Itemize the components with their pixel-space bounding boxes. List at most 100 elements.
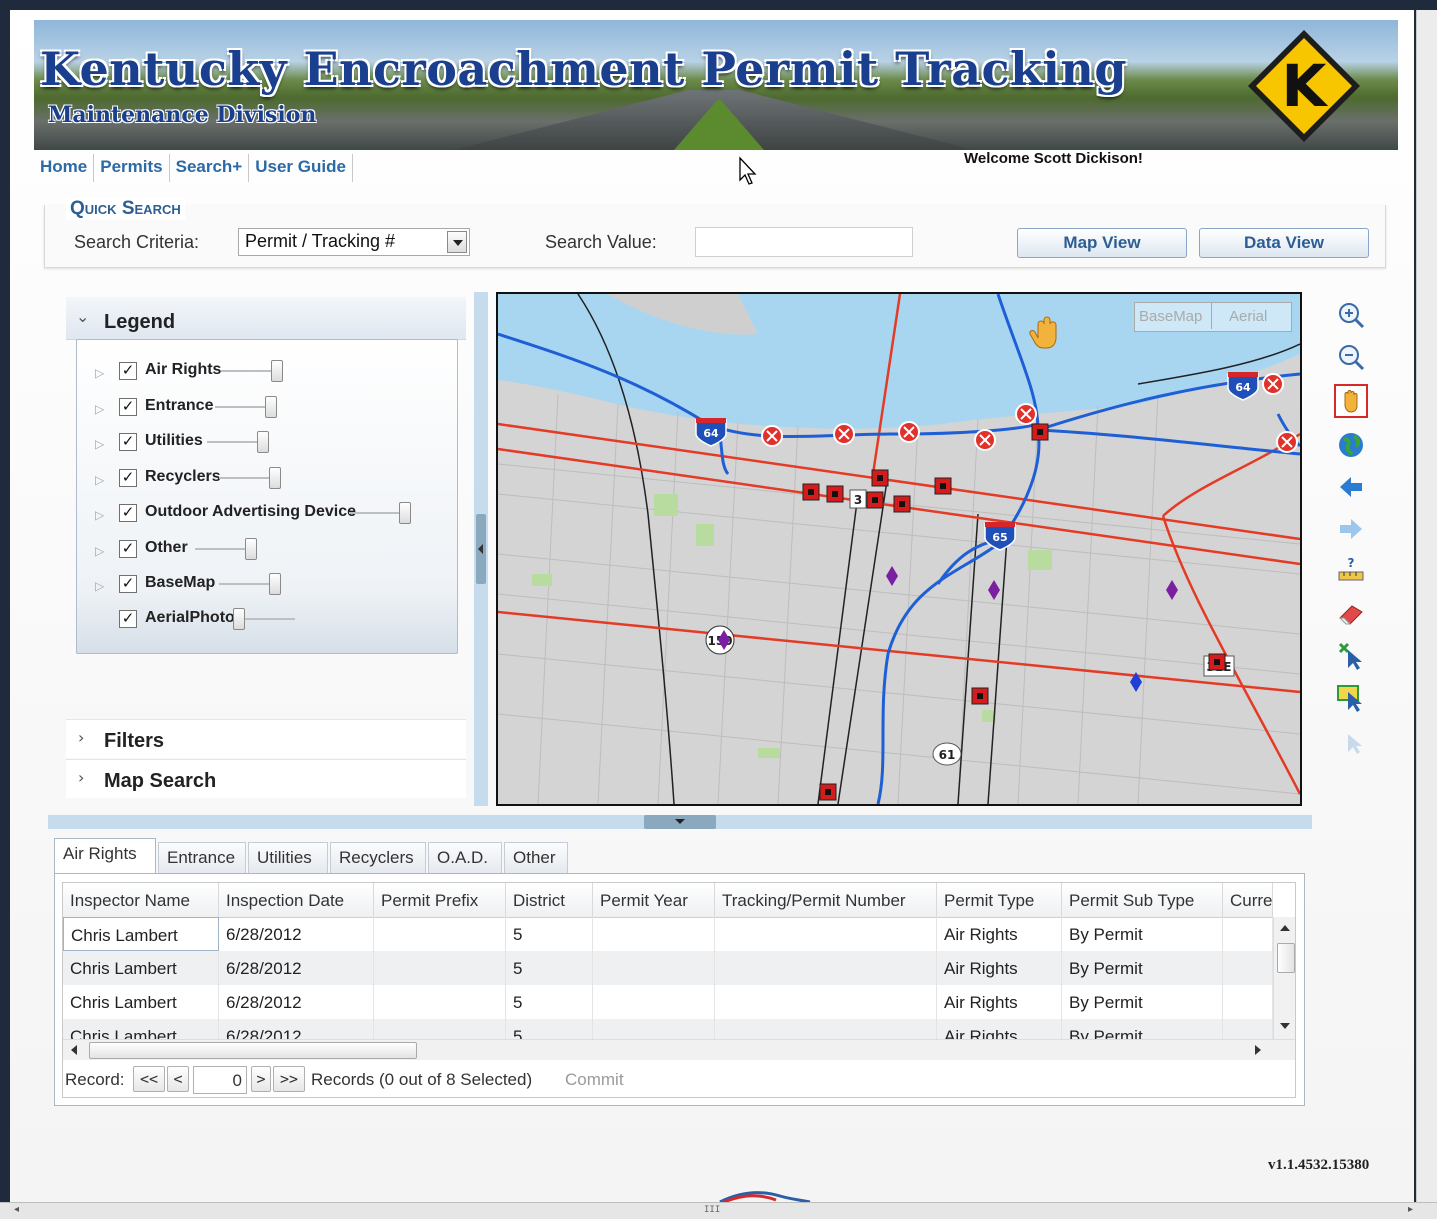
- nav-user-guide[interactable]: User Guide: [249, 154, 353, 182]
- cell-permit-sub-type[interactable]: By Permit: [1062, 917, 1223, 951]
- data-view-button[interactable]: Data View: [1199, 228, 1369, 258]
- first-page-button[interactable]: <<: [133, 1066, 165, 1092]
- zoom-out-icon[interactable]: [1334, 340, 1368, 374]
- search-value-input[interactable]: [695, 227, 913, 257]
- basemap-toggle[interactable]: BaseMap Aerial: [1134, 302, 1292, 332]
- cell-permit-year[interactable]: [593, 985, 715, 1019]
- column-header[interactable]: Permit Type: [937, 883, 1062, 917]
- panel-splitter[interactable]: [474, 292, 488, 806]
- window-horizontal-scrollbar[interactable]: ◂ III ▸: [0, 1202, 1437, 1219]
- tab-other[interactable]: Other: [504, 842, 568, 874]
- opacity-slider[interactable]: [271, 360, 283, 382]
- opacity-slider[interactable]: [257, 431, 269, 453]
- search-criteria-select[interactable]: Permit / Tracking #: [238, 228, 470, 256]
- grid-horizontal-scrollbar[interactable]: [63, 1039, 1295, 1060]
- globe-icon[interactable]: [1334, 428, 1368, 462]
- table-row[interactable]: Chris Lambert 6/28/2012 5 Air Rights By …: [63, 1019, 1273, 1039]
- last-page-button[interactable]: >>: [273, 1066, 305, 1092]
- tab-utilities[interactable]: Utilities: [248, 842, 328, 874]
- cell-inspection-date[interactable]: 6/28/2012: [219, 1019, 374, 1039]
- cell-inspection-date[interactable]: 6/28/2012: [219, 951, 374, 985]
- scroll-right-icon[interactable]: ▸: [1408, 1204, 1413, 1215]
- cell-permit-year[interactable]: [593, 917, 715, 951]
- forward-arrow-icon[interactable]: [1334, 512, 1368, 546]
- tab-entrance[interactable]: Entrance: [158, 842, 246, 874]
- chevron-down-icon[interactable]: [447, 231, 467, 253]
- expand-icon[interactable]: ▷: [95, 579, 104, 593]
- nav-home[interactable]: Home: [34, 154, 95, 182]
- column-header[interactable]: Inspection Date: [219, 883, 374, 917]
- column-header[interactable]: Tracking/Permit Number: [715, 883, 937, 917]
- cell-permit-type[interactable]: Air Rights: [937, 951, 1062, 985]
- map-view-button[interactable]: Map View: [1017, 228, 1187, 258]
- legend-checkbox[interactable]: ✓: [119, 610, 137, 628]
- cell-tracking-number[interactable]: [715, 951, 937, 985]
- basemap-option[interactable]: BaseMap: [1139, 308, 1202, 325]
- nav-permits[interactable]: Permits: [94, 154, 170, 182]
- cell-permit-prefix[interactable]: [374, 1019, 506, 1039]
- opacity-slider[interactable]: [399, 502, 411, 524]
- tab-recyclers[interactable]: Recyclers: [330, 842, 426, 874]
- cell-tracking-number[interactable]: [715, 985, 937, 1019]
- scroll-thumb[interactable]: [1277, 943, 1295, 973]
- cell-district[interactable]: 5: [506, 951, 593, 985]
- map-search-header[interactable]: › Map Search: [66, 759, 466, 798]
- clear-selection-icon[interactable]: [1334, 638, 1368, 672]
- opacity-slider[interactable]: [233, 608, 245, 630]
- cell-permit-sub-type[interactable]: By Permit: [1062, 951, 1223, 985]
- opacity-slider[interactable]: [265, 396, 277, 418]
- map-canvas[interactable]: 64 64 65 150 61 3 31E: [498, 294, 1300, 804]
- cell-permit-year[interactable]: [593, 1019, 715, 1039]
- collapse-left-icon[interactable]: [476, 514, 486, 584]
- legend-checkbox[interactable]: ✓: [119, 540, 137, 558]
- cell-permit-prefix[interactable]: [374, 951, 506, 985]
- legend-checkbox[interactable]: ✓: [119, 575, 137, 593]
- cell-current[interactable]: [1223, 951, 1273, 985]
- legend-header[interactable]: ⌄ Legend: [66, 297, 466, 340]
- record-number-input[interactable]: 0: [193, 1066, 247, 1094]
- column-header[interactable]: Permit Prefix: [374, 883, 506, 917]
- cell-permit-type[interactable]: Air Rights: [937, 985, 1062, 1019]
- cell-tracking-number[interactable]: [715, 1019, 937, 1039]
- table-row[interactable]: Chris Lambert 6/28/2012 5 Air Rights By …: [63, 985, 1273, 1019]
- expand-icon[interactable]: ▷: [95, 366, 104, 380]
- column-header[interactable]: Permit Sub Type: [1062, 883, 1223, 917]
- scroll-thumb[interactable]: [89, 1042, 417, 1059]
- table-row[interactable]: Chris Lambert 6/28/2012 5 Air Rights By …: [63, 951, 1273, 985]
- opacity-slider[interactable]: [269, 573, 281, 595]
- back-arrow-icon[interactable]: [1334, 470, 1368, 504]
- legend-checkbox[interactable]: ✓: [119, 433, 137, 451]
- cell-inspector-name[interactable]: Chris Lambert: [63, 1019, 219, 1039]
- opacity-slider[interactable]: [245, 538, 257, 560]
- aerial-option[interactable]: Aerial: [1229, 308, 1267, 325]
- cell-district[interactable]: 5: [506, 985, 593, 1019]
- legend-checkbox[interactable]: ✓: [119, 469, 137, 487]
- column-header[interactable]: Permit Year: [593, 883, 715, 917]
- column-header[interactable]: Curre: [1223, 883, 1273, 917]
- prev-page-button[interactable]: <: [167, 1066, 189, 1092]
- cell-permit-sub-type[interactable]: By Permit: [1062, 1019, 1223, 1039]
- table-row[interactable]: Chris Lambert 6/28/2012 5 Air Rights By …: [63, 917, 1273, 951]
- cell-permit-prefix[interactable]: [374, 985, 506, 1019]
- cell-inspector-name[interactable]: Chris Lambert: [63, 951, 219, 985]
- tab-air-rights[interactable]: Air Rights: [54, 838, 156, 875]
- filters-header[interactable]: › Filters: [66, 719, 466, 758]
- horizontal-splitter[interactable]: [48, 815, 1312, 829]
- cell-current[interactable]: [1223, 1019, 1273, 1039]
- scroll-down-icon[interactable]: [1280, 1023, 1290, 1029]
- grid-vertical-scrollbar[interactable]: [1273, 917, 1295, 1039]
- cell-inspector-name[interactable]: Chris Lambert: [63, 985, 219, 1019]
- select-icon[interactable]: [1334, 680, 1368, 714]
- cell-tracking-number[interactable]: [715, 917, 937, 951]
- legend-checkbox[interactable]: ✓: [119, 362, 137, 380]
- cell-permit-year[interactable]: [593, 951, 715, 985]
- scroll-up-icon[interactable]: [1280, 925, 1290, 931]
- next-page-button[interactable]: >: [251, 1066, 271, 1092]
- cell-inspector-name[interactable]: Chris Lambert: [63, 917, 219, 951]
- eraser-icon[interactable]: [1334, 596, 1368, 630]
- cell-inspection-date[interactable]: 6/28/2012: [219, 985, 374, 1019]
- expand-icon[interactable]: ▷: [95, 508, 104, 522]
- column-header[interactable]: Inspector Name: [63, 883, 219, 917]
- column-header[interactable]: District: [506, 883, 593, 917]
- map-viewer[interactable]: 64 64 65 150 61 3 31E: [496, 292, 1302, 806]
